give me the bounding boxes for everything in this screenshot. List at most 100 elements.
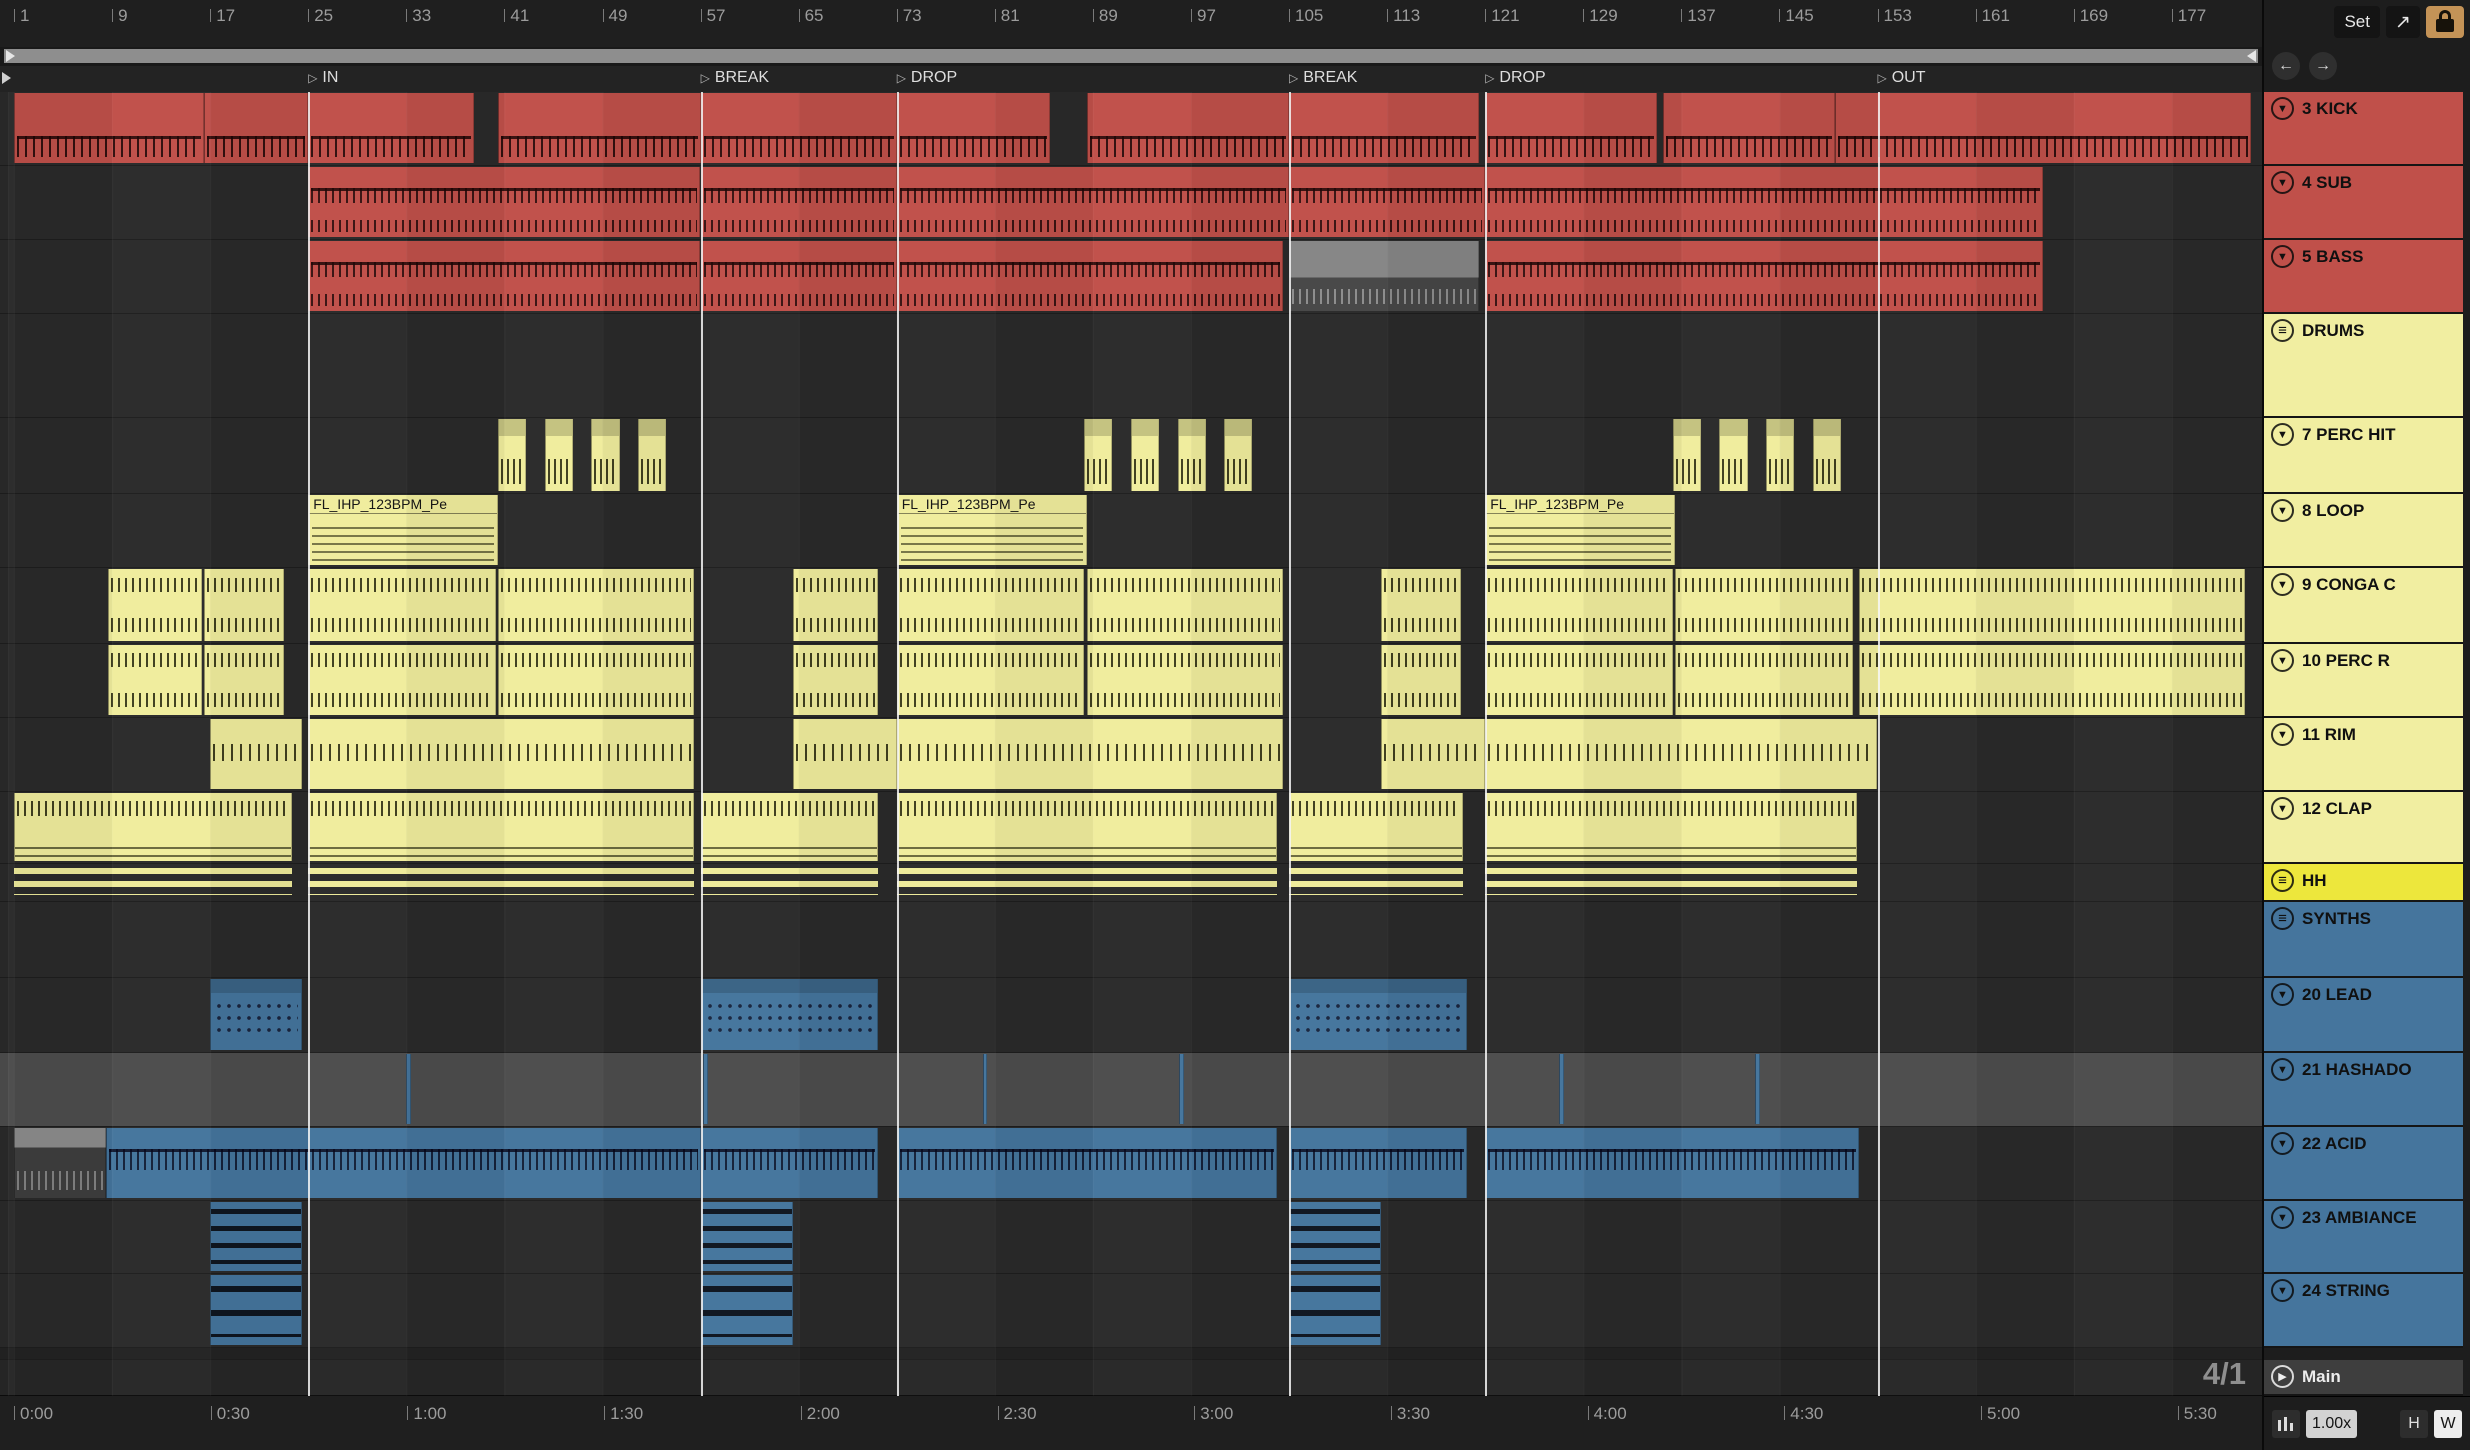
clip-sub[interactable] <box>700 167 897 237</box>
track-lane-string[interactable] <box>0 1274 2262 1348</box>
locator-drop[interactable]: ▷ DROP <box>897 69 957 87</box>
clip-hashado[interactable] <box>406 1054 412 1124</box>
locator-break[interactable]: ▷ BREAK <box>701 69 769 87</box>
set-button[interactable]: Set <box>2334 6 2380 38</box>
track-header-lead[interactable]: ▼ 20 LEAD <box>2264 978 2463 1053</box>
clip-clap[interactable] <box>896 793 1277 861</box>
clip-hh[interactable] <box>896 868 1277 895</box>
clip-conga[interactable] <box>1381 569 1461 641</box>
track-header-acid[interactable]: ▼ 22 ACID <box>2264 1127 2463 1201</box>
track-lane-sub[interactable] <box>0 166 2262 240</box>
forward-arrow-button[interactable]: → <box>2309 52 2337 80</box>
track-header-clap[interactable]: ▼ 12 CLAP <box>2264 792 2463 864</box>
clip-bass[interactable] <box>1485 241 2043 311</box>
clip-percr[interactable] <box>792 645 879 715</box>
clip-hh[interactable] <box>1485 868 1857 895</box>
clip-kick[interactable] <box>204 93 309 163</box>
fold-arrow-icon[interactable]: ▼ <box>2271 499 2294 522</box>
clip-conga[interactable] <box>1086 569 1283 641</box>
clip-loop[interactable]: FL_IHP_123BPM_Pe <box>1485 495 1676 565</box>
clip-percr[interactable] <box>1675 645 1853 715</box>
clip-perchit[interactable] <box>638 419 667 491</box>
clip-loop[interactable]: FL_IHP_123BPM_Pe <box>308 495 499 565</box>
clip-acid[interactable] <box>106 1128 701 1198</box>
track-header-loop[interactable]: ▼ 8 LOOP <box>2264 494 2463 568</box>
fold-arrow-icon[interactable]: ▼ <box>2271 97 2294 120</box>
clip-kick[interactable] <box>1485 93 1657 163</box>
clip-percr[interactable] <box>308 645 496 715</box>
clip-conga[interactable] <box>204 569 284 641</box>
track-header-synths[interactable]: ≡ SYNTHS <box>2264 902 2463 978</box>
clip-hashado[interactable] <box>1754 1054 1760 1124</box>
fold-arrow-icon[interactable]: ▼ <box>2271 1058 2294 1081</box>
clip-lead[interactable] <box>1289 979 1467 1050</box>
clip-percr[interactable] <box>1485 645 1673 715</box>
group-icon[interactable]: ≡ <box>2271 907 2294 930</box>
arrangement-start-marker-icon[interactable] <box>2 72 11 84</box>
clip-perchit[interactable] <box>1812 419 1841 491</box>
clip-percr[interactable] <box>1381 645 1461 715</box>
clip-bass[interactable] <box>896 241 1283 311</box>
clip-perchit[interactable] <box>1084 419 1113 491</box>
track-header-conga[interactable]: ▼ 9 CONGA C <box>2264 568 2463 644</box>
fold-arrow-icon[interactable]: ▼ <box>2271 245 2294 268</box>
clip-rim[interactable] <box>1381 719 1486 789</box>
locator-row[interactable]: ▷ IN ▷ BREAK ▷ DROP ▷ BREAK ▷ DROP ▷ OUT <box>0 66 2262 93</box>
group-icon[interactable]: ≡ <box>2271 319 2294 342</box>
clip-conga[interactable] <box>896 569 1085 641</box>
fold-arrow-icon[interactable]: ▼ <box>2271 723 2294 746</box>
clip-hh[interactable] <box>308 868 695 895</box>
clip-acid[interactable] <box>700 1128 879 1198</box>
track-header-percr[interactable]: ▼ 10 PERC R <box>2264 644 2463 718</box>
time-ruler[interactable]: 0:00 0:30 1:00 1:30 2:00 2:30 3:00 3:30 4:00 4:30… <box>0 1395 2262 1450</box>
clip-conga[interactable] <box>498 569 695 641</box>
clip-clap[interactable] <box>700 793 879 861</box>
clip-sub[interactable] <box>896 167 1289 237</box>
clip-clap[interactable] <box>1485 793 1857 861</box>
clip-perchit[interactable] <box>591 419 620 491</box>
track-header-perchit[interactable]: ▼ 7 PERC HIT <box>2264 418 2463 494</box>
track-lane-conga[interactable] <box>0 568 2262 644</box>
locator-break[interactable]: ▷ BREAK <box>1289 69 1357 87</box>
track-lane-acid[interactable] <box>0 1127 2262 1201</box>
lock-icon[interactable] <box>2426 6 2464 38</box>
fold-arrow-icon[interactable]: ▼ <box>2271 1279 2294 1302</box>
track-header-drums[interactable]: ≡ DRUMS <box>2264 314 2463 418</box>
back-arrow-button[interactable]: ← <box>2272 52 2300 80</box>
clip-sub[interactable] <box>308 167 701 237</box>
clip-hashado[interactable] <box>1178 1054 1184 1124</box>
clip-clap[interactable] <box>14 793 293 861</box>
clip-rim[interactable] <box>308 719 695 789</box>
play-icon[interactable]: ▶ <box>2271 1365 2294 1388</box>
clip-conga[interactable] <box>1859 569 2246 641</box>
clip-clap[interactable] <box>1289 793 1464 861</box>
clip-rim[interactable] <box>792 719 897 789</box>
clip-kick[interactable] <box>308 93 474 163</box>
loop-bar[interactable] <box>0 47 2262 66</box>
clip-perchit[interactable] <box>1766 419 1795 491</box>
clip-perchit[interactable] <box>1224 419 1253 491</box>
clip-kick[interactable] <box>1086 93 1290 163</box>
fold-arrow-icon[interactable]: ▼ <box>2271 649 2294 672</box>
clip-rim[interactable] <box>896 719 1283 789</box>
clip-kick[interactable] <box>498 93 701 163</box>
follow-arrow-icon[interactable]: ↗ <box>2386 6 2420 38</box>
clip-kick[interactable] <box>896 93 1050 163</box>
clip-bass[interactable] <box>700 241 897 311</box>
clip-hashado[interactable] <box>703 1054 708 1124</box>
fold-arrow-icon[interactable]: ▼ <box>2271 983 2294 1006</box>
clip-acid[interactable] <box>14 1128 106 1198</box>
track-header-rim[interactable]: ▼ 11 RIM <box>2264 718 2463 792</box>
track-lane-rim[interactable] <box>0 718 2262 792</box>
clip-rim[interactable] <box>210 719 303 789</box>
clip-percr[interactable] <box>498 645 695 715</box>
track-header-main[interactable]: ▶ Main <box>2264 1360 2463 1396</box>
track-lane-perchit[interactable] <box>0 418 2262 494</box>
clip-conga[interactable] <box>308 569 496 641</box>
track-lane-percr[interactable] <box>0 644 2262 718</box>
clip-string[interactable] <box>210 1275 303 1345</box>
clip-string[interactable] <box>700 1275 793 1345</box>
meter-icon[interactable] <box>2272 1409 2300 1438</box>
zoom-level[interactable]: 1.00x <box>2306 1409 2358 1438</box>
track-lane-ambiance[interactable] <box>0 1201 2262 1274</box>
